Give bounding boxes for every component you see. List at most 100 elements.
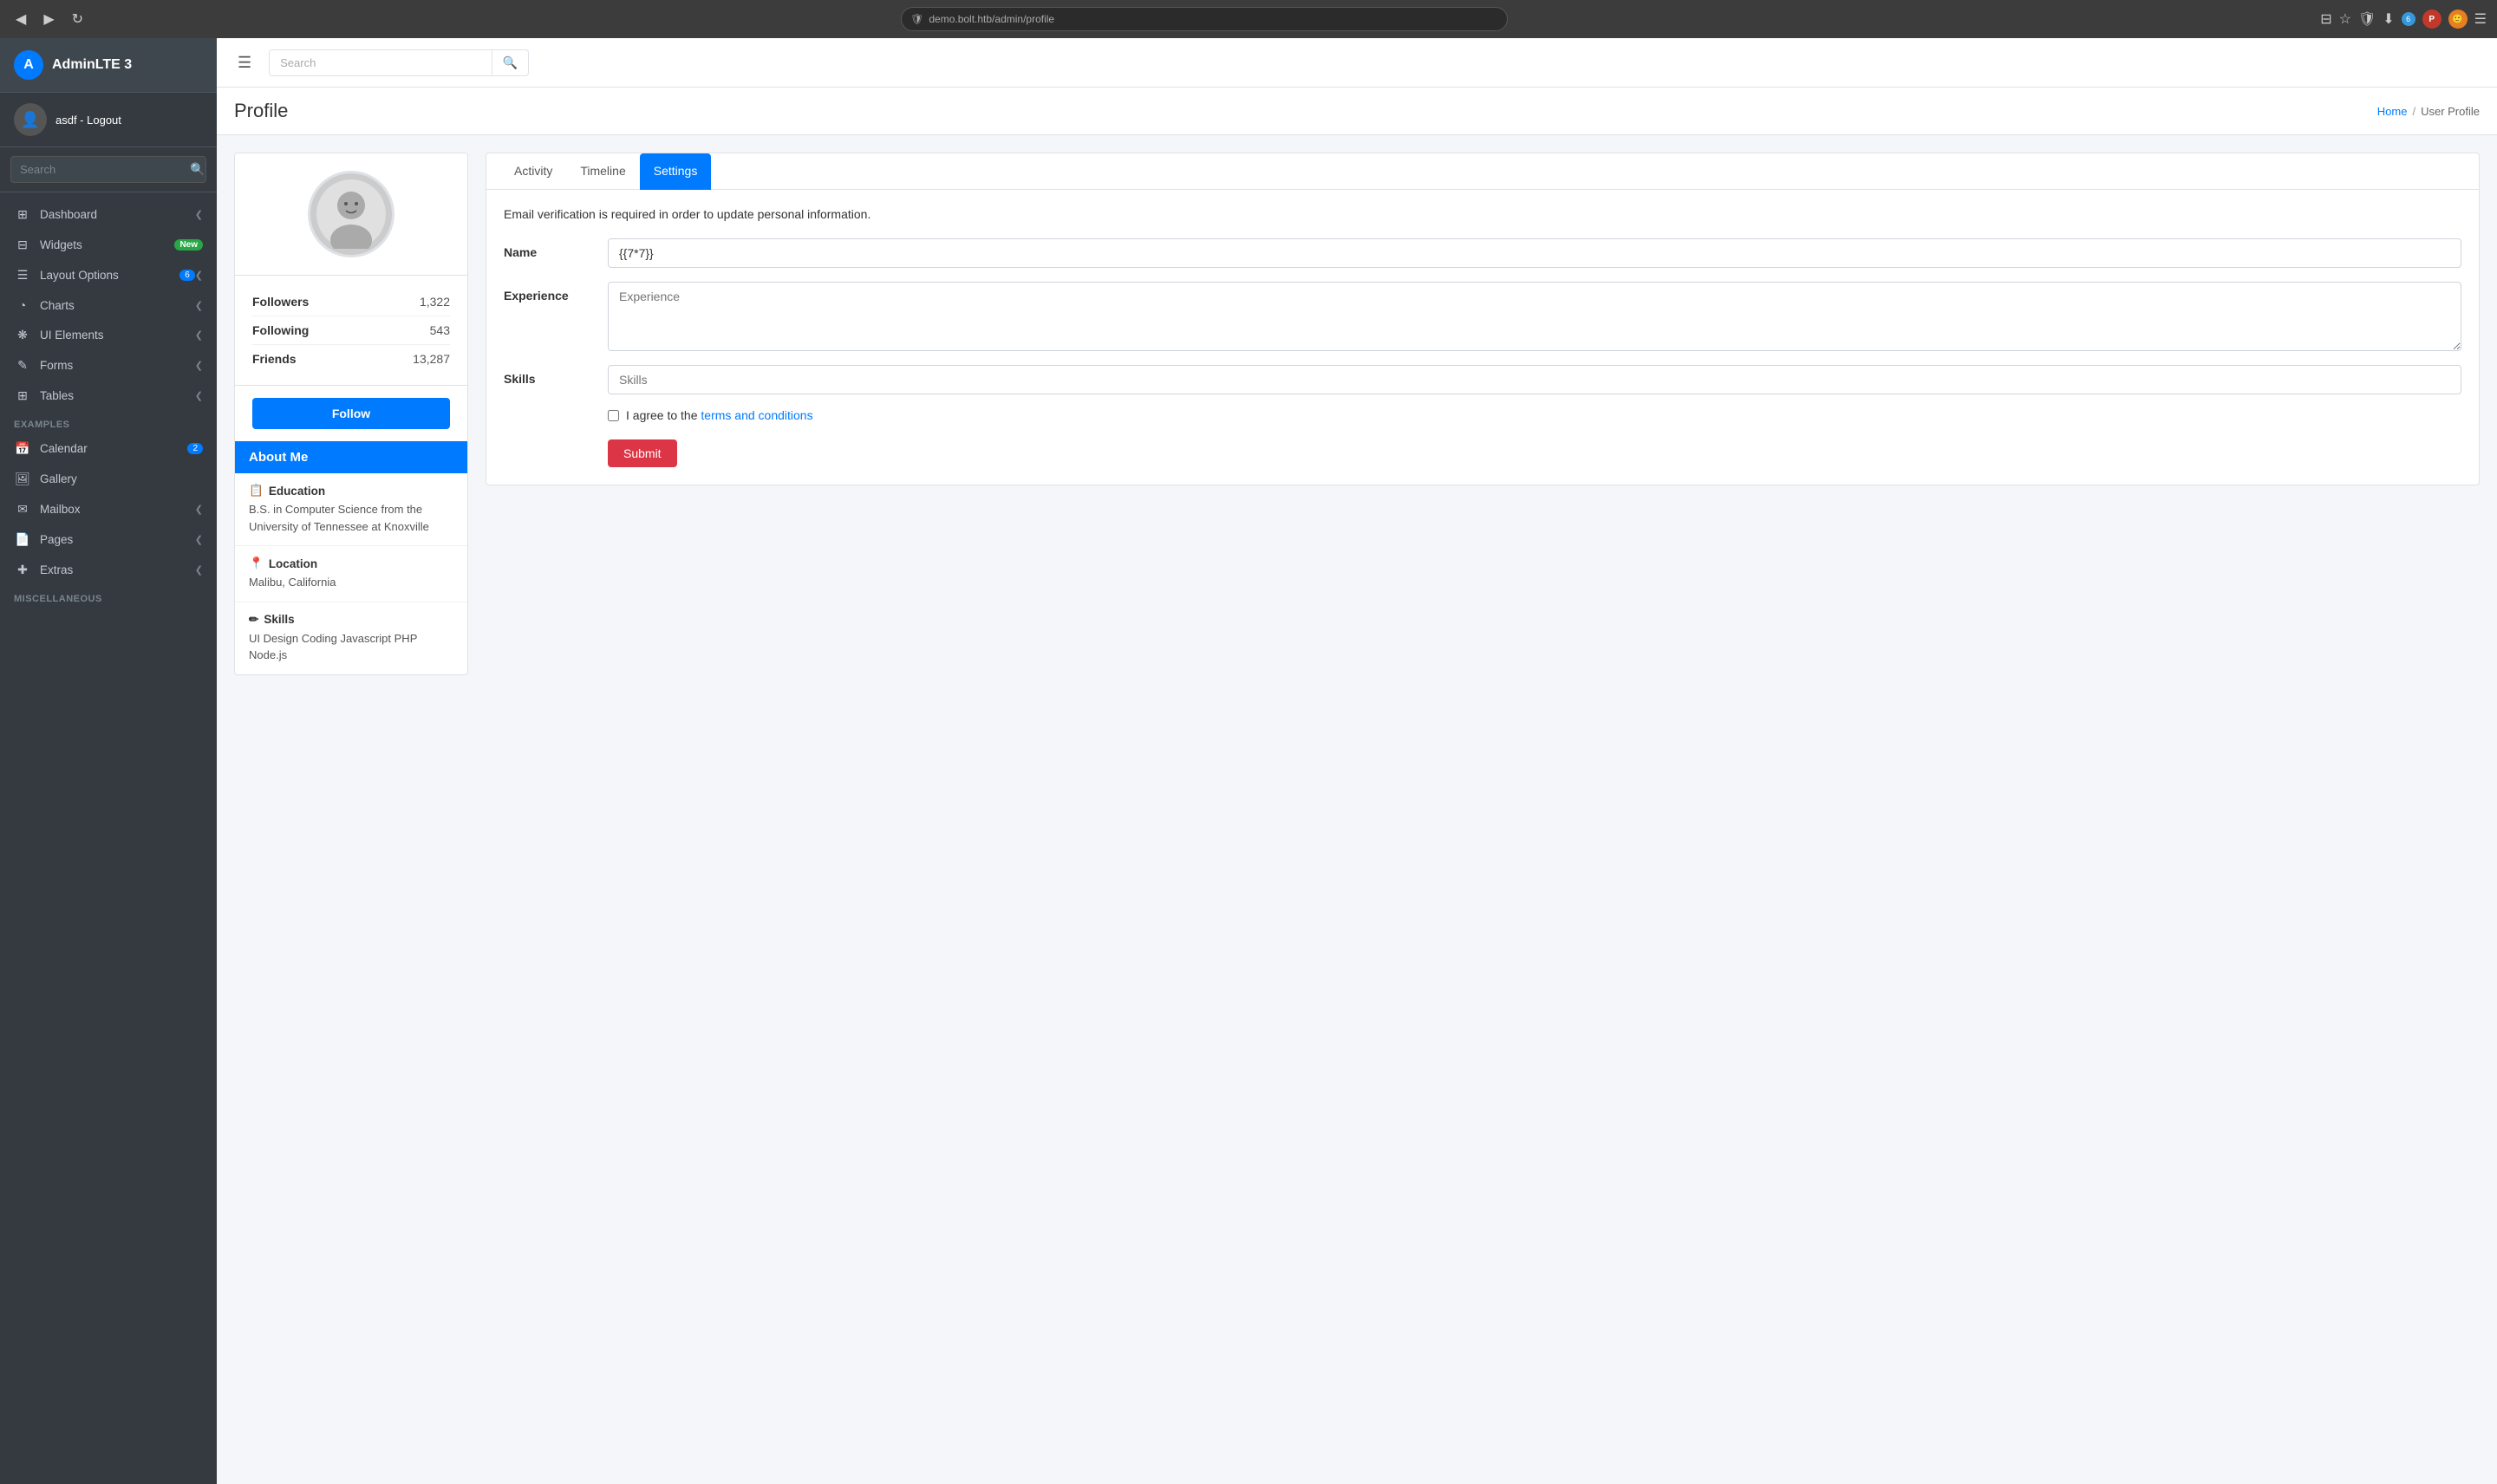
topbar-search-container: 🔍 xyxy=(269,49,529,76)
sidebar-item-pages[interactable]: 📄 Pages ❮ xyxy=(0,524,217,555)
arrow-icon: ❮ xyxy=(195,504,203,515)
back-button[interactable]: ◀ xyxy=(10,7,31,31)
skills-content: UI Design Coding Javascript PHP Node.js xyxy=(249,630,453,664)
app-container: A AdminLTE 3 👤 asdf - Logout 🔍 ⊞ Dashboa… xyxy=(0,38,2497,1484)
sidebar-username: asdf - Logout xyxy=(55,114,121,127)
forms-icon: ✎ xyxy=(14,358,31,373)
tables-icon: ⊞ xyxy=(14,388,31,403)
sidebar-user: 👤 asdf - Logout xyxy=(0,93,217,147)
arrow-icon: ❮ xyxy=(195,360,203,371)
sidebar-item-tables[interactable]: ⊞ Tables ❮ xyxy=(0,381,217,411)
sidebar-item-gallery[interactable]: 🖼 Gallery xyxy=(0,464,217,494)
location-icon: 📍 xyxy=(249,556,264,570)
followers-label: Followers xyxy=(252,295,309,309)
sidebar-item-label: Forms xyxy=(40,359,195,372)
about-me-section: About Me 📋 Education B.S. in Computer Sc… xyxy=(235,441,467,674)
skills-input[interactable] xyxy=(608,365,2461,394)
education-icon: 📋 xyxy=(249,484,264,498)
skills-item: ✏ Skills UI Design Coding Javascript PHP… xyxy=(235,602,467,674)
location-item: 📍 Location Malibu, California xyxy=(235,546,467,602)
tab-settings-content: Email verification is required in order … xyxy=(486,190,2479,485)
examples-section-label: EXAMPLES xyxy=(0,411,217,433)
sidebar-item-label: Widgets xyxy=(40,238,174,251)
name-label: Name xyxy=(504,238,608,259)
sidebar-item-label: Mailbox xyxy=(40,503,195,516)
number-badge: 2 xyxy=(187,443,203,454)
sidebar-item-label: UI Elements xyxy=(40,329,195,342)
tab-activity[interactable]: Activity xyxy=(500,153,566,190)
sidebar-item-label: Calendar xyxy=(40,442,187,455)
sidebar-item-label: Gallery xyxy=(40,472,203,485)
extras-icon: ✚ xyxy=(14,563,31,577)
experience-label: Experience xyxy=(504,282,608,303)
gallery-icon: 🖼 xyxy=(14,472,31,486)
sidebar-item-forms[interactable]: ✎ Forms ❮ xyxy=(0,350,217,381)
refresh-button[interactable]: ↻ xyxy=(67,7,88,31)
friends-stat: Friends 13,287 xyxy=(252,345,450,373)
browser-chrome: ◀ ▶ ↻ 🛡 demo.bolt.htb/admin/profile ⊟ ☆ … xyxy=(0,0,2497,38)
topbar: ☰ 🔍 xyxy=(217,38,2497,88)
menu-icon: ☰ xyxy=(2474,10,2487,28)
follow-button[interactable]: Follow xyxy=(252,398,450,429)
profile-avatar-section xyxy=(235,153,467,276)
breadcrumb-home-link[interactable]: Home xyxy=(2377,105,2408,118)
layout-icon: ☰ xyxy=(14,268,31,283)
tab-settings[interactable]: Settings xyxy=(640,153,712,190)
topbar-search-button[interactable]: 🔍 xyxy=(492,50,528,75)
sidebar-item-extras[interactable]: ✚ Extras ❮ xyxy=(0,555,217,585)
profile-right-panel: Activity Timeline Settings Email verific… xyxy=(486,153,2480,485)
profile-wrapper: Followers 1,322 Following 543 Friends 13… xyxy=(234,153,2480,675)
friends-value: 13,287 xyxy=(413,352,450,366)
name-input[interactable] xyxy=(608,238,2461,268)
location-content: Malibu, California xyxy=(249,574,453,591)
sidebar-item-label: Extras xyxy=(40,563,195,576)
sidebar-search-button[interactable]: 🔍 xyxy=(181,157,206,182)
sidebar-item-label: Layout Options xyxy=(40,269,179,282)
pocket-icon: 🛡 xyxy=(2358,10,2376,28)
sidebar-item-ui-elements[interactable]: ❋ UI Elements ❮ xyxy=(0,320,217,350)
following-label: Following xyxy=(252,323,309,337)
skills-form-group: Skills xyxy=(504,365,2461,394)
address-bar[interactable]: 🛡 demo.bolt.htb/admin/profile xyxy=(901,7,1508,31)
profile-stats: Followers 1,322 Following 543 Friends 13… xyxy=(235,276,467,386)
submit-button[interactable]: Submit xyxy=(608,439,677,467)
sidebar-item-label: Dashboard xyxy=(40,208,195,221)
arrow-icon: ❮ xyxy=(195,300,203,311)
sidebar-search-input[interactable] xyxy=(11,158,181,181)
number-badge: 6 xyxy=(179,270,195,281)
breadcrumb-separator: / xyxy=(2412,105,2416,118)
browser-toolbar: ⊟ ☆ 🛡 ⬇ 6 P 🙂 ☰ xyxy=(2320,10,2487,29)
sidebar-item-calendar[interactable]: 📅 Calendar 2 xyxy=(0,433,217,464)
bookmark-icon: ☆ xyxy=(2339,10,2351,28)
tab-timeline[interactable]: Timeline xyxy=(566,153,639,190)
experience-form-group: Experience xyxy=(504,282,2461,351)
sidebar-item-charts[interactable]: ◔ Charts ❮ xyxy=(0,290,217,320)
mailbox-icon: ✉ xyxy=(14,502,31,517)
sidebar-item-layout[interactable]: ☰ Layout Options 6 ❮ xyxy=(0,260,217,290)
dashboard-icon: ⊞ xyxy=(14,207,31,222)
page-title: Profile xyxy=(234,100,288,122)
reader-icon: ⊟ xyxy=(2320,10,2331,28)
education-content: B.S. in Computer Science from the Univer… xyxy=(249,501,453,535)
skills-icon: ✏ xyxy=(249,613,258,627)
sidebar-item-label: Charts xyxy=(40,299,195,312)
topbar-search-input[interactable] xyxy=(270,51,492,75)
sidebar-item-label: Pages xyxy=(40,533,195,546)
terms-checkbox[interactable] xyxy=(608,410,619,421)
terms-link[interactable]: terms and conditions xyxy=(701,408,812,422)
sidebar-item-dashboard[interactable]: ⊞ Dashboard ❮ xyxy=(0,199,217,230)
topbar-toggle-button[interactable]: ☰ xyxy=(231,50,258,75)
experience-input[interactable] xyxy=(608,282,2461,351)
arrow-icon: ❮ xyxy=(195,390,203,401)
forward-button[interactable]: ▶ xyxy=(38,7,59,31)
breadcrumb: Home / User Profile xyxy=(2377,105,2480,118)
brand-icon: A xyxy=(14,50,43,80)
security-icon: 🛡 xyxy=(910,13,923,25)
email-notice-text: Email verification is required in order … xyxy=(504,207,2461,221)
location-title: 📍 Location xyxy=(249,556,453,570)
sidebar-item-mailbox[interactable]: ✉ Mailbox ❮ xyxy=(0,494,217,524)
sidebar-item-label: Tables xyxy=(40,389,195,402)
misc-section-label: MISCELLANEOUS xyxy=(0,585,217,608)
sidebar-item-widgets[interactable]: ⊟ Widgets New xyxy=(0,230,217,260)
sidebar-nav: ⊞ Dashboard ❮ ⊟ Widgets New ☰ Layout Opt… xyxy=(0,192,217,1484)
